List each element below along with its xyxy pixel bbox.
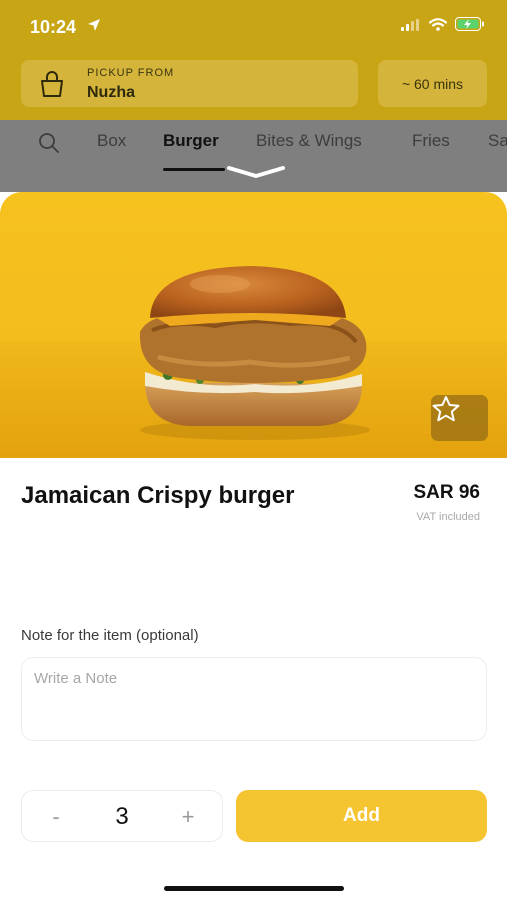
wifi-icon [428,17,448,36]
pickup-time-selector[interactable]: ~ 60 mins [378,60,487,107]
status-indicators [401,17,485,36]
status-bar: 10:24 [0,0,507,50]
category-tabs: Box Burger Bites & Wings Fries Sa [0,120,507,192]
pickup-label: PICKUP FROM [87,67,175,79]
tab-fries[interactable]: Fries [412,131,450,151]
home-indicator [164,886,344,891]
favorite-button[interactable] [431,395,488,441]
tab-salads[interactable]: Sa [488,131,507,151]
pickup-branch-name: Nuzha [87,84,135,101]
increase-quantity-button[interactable]: + [158,791,218,843]
shopping-bag-icon [38,70,66,103]
vat-note: VAT included [416,511,480,523]
tab-box[interactable]: Box [97,131,126,151]
signal-icon [401,18,421,36]
battery-icon [455,17,485,36]
tab-burger[interactable]: Burger [163,131,219,151]
note-input[interactable] [21,657,487,741]
status-time: 10:24 [30,17,77,37]
product-price: SAR 96 [413,482,480,503]
product-detail-sheet: Jamaican Crispy burger SAR 96 VAT includ… [0,192,507,900]
eta-text: ~ 60 mins [401,75,464,92]
sheet-collapse-handle[interactable] [226,165,286,184]
search-icon[interactable] [38,132,60,159]
pickup-location-selector[interactable]: PICKUP FROM Nuzha [21,60,358,107]
note-label: Note for the item (optional) [21,627,199,644]
product-image [0,192,507,458]
product-name: Jamaican Crispy burger [21,482,295,509]
quantity-stepper: - 3 + [21,790,223,842]
add-to-cart-button[interactable]: Add [236,790,487,842]
tab-bites-wings[interactable]: Bites & Wings [256,131,362,151]
quantity-value: 3 [115,803,129,830]
location-arrow-icon [87,18,101,37]
decrease-quantity-button[interactable]: - [26,791,86,843]
active-tab-indicator [163,168,225,171]
